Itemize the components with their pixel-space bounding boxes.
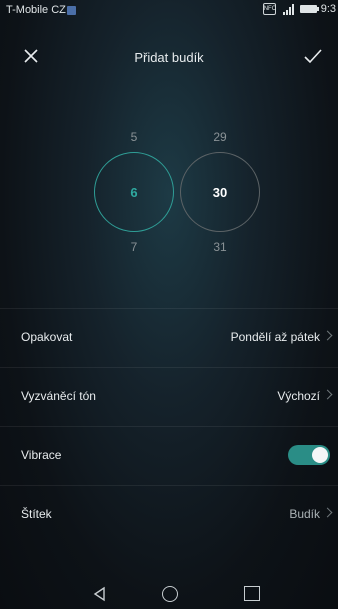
back-icon[interactable] (92, 586, 108, 602)
navigation-bar (0, 578, 338, 609)
chevron-right-icon (322, 507, 333, 518)
header: Přidat budík (0, 40, 338, 70)
minute-selected[interactable]: 30 (200, 185, 240, 200)
clock: 9:3 (320, 3, 336, 15)
repeat-value: Pondělí až pátek (230, 330, 320, 344)
time-picker[interactable]: 5 6 7 29 30 31 (0, 120, 338, 260)
hour-selected[interactable]: 6 (114, 185, 154, 200)
signal-icon (280, 3, 296, 15)
minute-prev[interactable]: 29 (200, 130, 240, 144)
chevron-right-icon (322, 330, 333, 341)
ringtone-row[interactable]: Vyzváněcí tón Výchozí (0, 367, 338, 426)
repeat-label: Opakovat (21, 330, 73, 344)
ringtone-label: Vyzváněcí tón (21, 389, 96, 403)
vibration-label: Vibrace (21, 448, 62, 462)
carrier-name: T-Mobile CZ (6, 4, 66, 16)
settings-list: Opakovat Pondělí až pátek Vyzváněcí tón … (0, 308, 338, 544)
ringtone-value: Výchozí (277, 389, 320, 403)
vibration-toggle[interactable] (288, 445, 330, 465)
label-row[interactable]: Štítek Budík (0, 485, 338, 544)
minute-next[interactable]: 31 (200, 240, 240, 254)
status-icons: NFC 9:3 (262, 3, 336, 15)
toggle-knob (312, 447, 328, 463)
status-bar: T-Mobile CZ NFC 9:3 (0, 0, 338, 22)
recent-apps-icon[interactable] (244, 586, 260, 601)
confirm-check-icon[interactable] (302, 45, 324, 67)
tag-value: Budík (289, 507, 320, 521)
chevron-right-icon (322, 389, 333, 400)
hour-prev[interactable]: 5 (114, 130, 154, 144)
tag-label: Štítek (21, 507, 52, 521)
vibration-row: Vibrace (0, 426, 338, 485)
page-title: Přidat budík (134, 50, 204, 65)
hour-next[interactable]: 7 (114, 240, 154, 254)
repeat-row[interactable]: Opakovat Pondělí až pátek (0, 308, 338, 367)
battery-icon (299, 5, 319, 13)
nfc-icon: NFC (262, 3, 276, 15)
sim-icon (67, 6, 76, 15)
home-icon[interactable] (162, 586, 178, 602)
